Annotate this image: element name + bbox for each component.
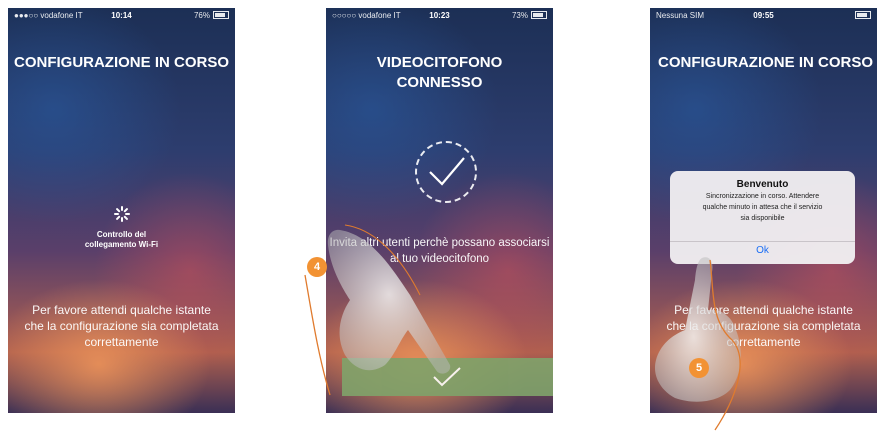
page-title-line2: CONNESSO <box>396 74 483 91</box>
step-badge: 4 <box>307 257 327 277</box>
dialog-message-line1: Sincronizzazione in corso. Attendere <box>705 193 820 200</box>
status-bar: ○○○○○ vodafone IT 10:23 73% <box>326 8 553 22</box>
page-title: CONFIGURAZIONE IN CORSO <box>657 54 873 71</box>
battery-level <box>852 11 871 20</box>
pointing-hand-icon <box>654 257 741 431</box>
page-title: CONFIGURAZIONE IN CORSO <box>13 54 229 71</box>
battery-level: 73% <box>512 11 547 20</box>
dialog-message-line3: sia disponibile <box>740 215 785 222</box>
battery-percent: 73% <box>511 10 528 20</box>
dialog-message-line2: qualche minuto in attesa che il servizio <box>702 204 823 211</box>
spinner-caption-line2: collegamento Wi-Fi <box>84 240 159 249</box>
battery-level: 76% <box>194 11 229 20</box>
message-line3: correttamente <box>84 335 159 349</box>
battery-icon <box>531 11 547 20</box>
message-line1: Per favore attendi qualche istante <box>32 303 211 317</box>
phone-screen-configuring: ●●●○○ vodafone IT 10:14 76% CONFIGURAZIO… <box>8 8 235 413</box>
check-circle-icon <box>415 141 477 203</box>
dialog-divider <box>670 241 855 242</box>
message-line2: che la configurazione sia completata <box>24 319 219 333</box>
clock: 09:55 <box>753 10 774 20</box>
status-bar: ●●●○○ vodafone IT 10:14 76% <box>8 8 235 22</box>
page-title-line1: VIDEOCITOFONO <box>376 54 503 71</box>
step-badge: 5 <box>689 358 709 378</box>
battery-icon <box>855 11 871 20</box>
status-bar: Nessuna SIM 09:55 <box>650 8 877 22</box>
battery-icon <box>213 11 229 20</box>
pointing-hand-icon <box>304 224 451 396</box>
dialog-title: Benvenuto <box>736 179 789 190</box>
battery-percent: 76% <box>193 10 210 20</box>
spinner-caption-line1: Controllo del <box>96 230 147 239</box>
loading-spinner-icon <box>114 206 130 222</box>
